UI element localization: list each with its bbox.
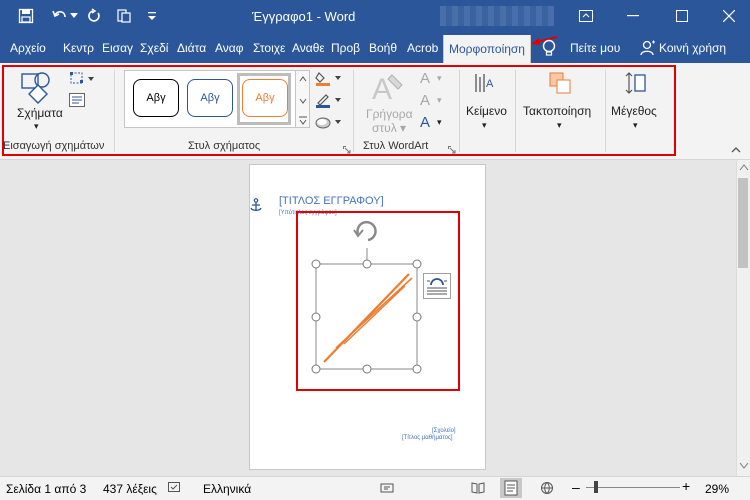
course-title-placeholder[interactable]: [Τίτλος μαθήματος] [402, 435, 453, 441]
shape-styles-group-label: Στυλ σχήματος [188, 140, 261, 152]
shape-fill-icon[interactable] [315, 70, 343, 86]
arrange-icon[interactable] [548, 71, 572, 95]
group-separator [459, 70, 460, 152]
text-direction-icon[interactable]: A [473, 71, 497, 95]
shape-style-black[interactable]: Αβγ [133, 79, 179, 117]
share-button[interactable]: Κοινή χρήση [659, 33, 741, 63]
tab-format[interactable]: Μορφοποίηση [443, 35, 531, 63]
tab-design[interactable]: Σχεδί [140, 33, 170, 63]
share-person-icon[interactable] [640, 40, 656, 56]
text-effects-dropdown[interactable]: ▾ [437, 117, 442, 128]
tab-references[interactable]: Αναφ [215, 33, 246, 63]
anchor-icon[interactable] [250, 198, 262, 212]
zoom-out-button[interactable]: – [572, 479, 580, 495]
arrange-button-label[interactable]: Τακτοποίηση [523, 104, 591, 118]
scrollbar-thumb[interactable] [738, 178, 748, 268]
document-title-placeholder[interactable]: [ΤΙΤΛΟΣ ΕΓΓΡΑΦΟΥ] [279, 195, 384, 207]
zoom-slider-thumb[interactable] [594, 481, 598, 493]
shapes-icon[interactable] [20, 70, 56, 104]
ribbon-display-options-icon[interactable] [571, 4, 601, 28]
tab-help[interactable]: Βοήθ [369, 33, 400, 63]
account-name-blurred [440, 6, 554, 26]
wordart-dialog-launcher-icon[interactable] [448, 143, 456, 154]
group-separator [605, 70, 606, 152]
undo-dropdown-icon[interactable] [68, 6, 80, 26]
customize-qat-icon[interactable] [140, 6, 164, 26]
text-outline-icon[interactable]: A [420, 92, 430, 109]
group-separator [353, 70, 354, 152]
zoom-in-button[interactable]: + [682, 478, 690, 494]
edit-shape-icon[interactable] [69, 71, 95, 85]
tab-mailings[interactable]: Στοιχε [253, 33, 286, 63]
quick-styles-label-1[interactable]: Γρήγορα [366, 107, 413, 121]
redo-icon[interactable] [82, 6, 106, 26]
touch-mode-icon[interactable] [112, 6, 136, 26]
shapes-dropdown-caret[interactable]: ▾ [34, 121, 39, 132]
print-layout-icon[interactable] [500, 478, 522, 498]
text-fill-icon[interactable]: A [420, 70, 430, 87]
arrange-dropdown-caret[interactable]: ▾ [557, 120, 562, 131]
text-dropdown-caret[interactable]: ▾ [482, 120, 487, 131]
page-count[interactable]: Σελίδα 1 από 3 [6, 482, 86, 496]
school-placeholder[interactable]: [Σχολείο] [432, 428, 456, 434]
tab-insert[interactable]: Εισαγ [102, 33, 134, 63]
focus-mode-icon[interactable] [380, 481, 394, 495]
lightbulb-icon[interactable] [542, 39, 558, 59]
save-icon[interactable] [14, 6, 38, 26]
shape-style-orange[interactable]: Αβγ [242, 79, 288, 117]
word-count[interactable]: 437 λέξεις [103, 482, 157, 496]
tab-acrobat[interactable]: Acrob [407, 33, 439, 63]
tab-view[interactable]: Προβ [331, 33, 363, 63]
text-fill-dropdown[interactable]: ▾ [437, 73, 442, 84]
text-outline-dropdown[interactable]: ▾ [437, 95, 442, 106]
tab-review[interactable]: Αναθε [292, 33, 324, 63]
proofing-icon[interactable] [168, 482, 182, 494]
svg-text:A: A [486, 78, 494, 90]
size-icon[interactable] [624, 71, 648, 95]
text-button-label[interactable]: Κείμενο [466, 104, 507, 118]
read-mode-icon[interactable] [471, 481, 485, 495]
language-indicator[interactable]: Ελληνικά [203, 482, 251, 496]
shapes-button-label[interactable]: Σχήματα [17, 106, 63, 120]
collapse-ribbon-icon[interactable] [730, 144, 742, 154]
text-effects-icon[interactable]: A [420, 114, 430, 131]
shape-effects-icon[interactable] [315, 114, 343, 130]
tab-file[interactable]: Αρχείο [10, 33, 50, 63]
text-box-icon[interactable] [69, 93, 85, 107]
window-title: Έγγραφο1 - Word [252, 9, 356, 24]
shape-style-blue[interactable]: Αβγ [187, 79, 233, 117]
shape-styles-dialog-launcher-icon[interactable] [343, 143, 351, 154]
quick-styles-label-2[interactable]: στυλ ▾ [372, 121, 406, 135]
shape-outline-icon[interactable] [315, 92, 343, 108]
quick-styles-icon[interactable]: A [370, 71, 406, 106]
tab-layout[interactable]: Διάτα [177, 33, 209, 63]
web-layout-icon[interactable] [540, 481, 554, 495]
wordart-group-label: Στυλ WordArt [363, 140, 429, 152]
insert-shapes-group-label: Εισαγωγή σχημάτων [3, 140, 105, 152]
zoom-level[interactable]: 29% [705, 482, 729, 496]
tell-me-search[interactable]: Πείτε μου [570, 33, 626, 63]
group-separator [114, 70, 115, 152]
minimize-icon[interactable] [618, 4, 648, 28]
size-dropdown-caret[interactable]: ▾ [633, 120, 638, 131]
size-button-label[interactable]: Μέγεθος [611, 104, 657, 118]
maximize-icon[interactable] [667, 4, 697, 28]
close-icon[interactable] [714, 4, 744, 28]
zoom-slider-track[interactable] [586, 487, 680, 488]
tab-home[interactable]: Κεντρ [63, 33, 96, 63]
group-separator [515, 70, 516, 152]
gallery-scroll[interactable] [296, 70, 310, 128]
layout-options-icon[interactable] [423, 273, 451, 299]
